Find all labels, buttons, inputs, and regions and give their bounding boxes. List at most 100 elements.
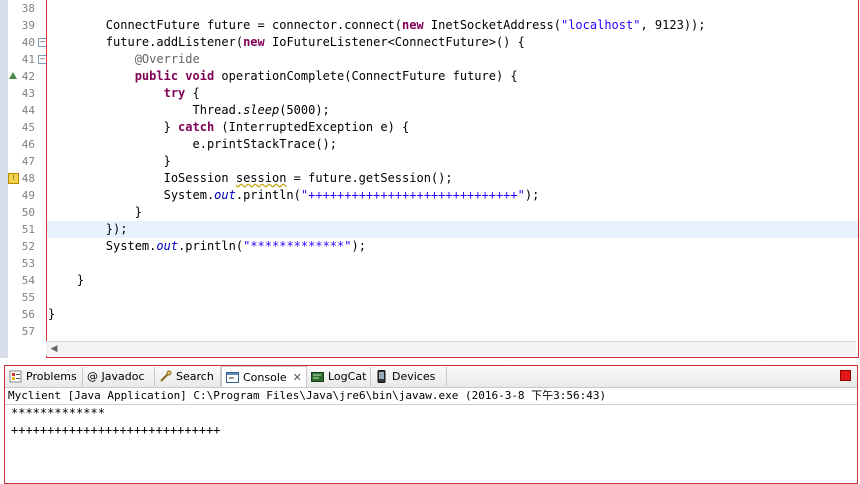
code-line[interactable] <box>46 323 860 340</box>
line-number: 57 <box>21 325 35 338</box>
line-number: 50 <box>21 206 35 219</box>
terminate-button[interactable] <box>840 370 851 381</box>
code-line[interactable]: } <box>46 153 860 170</box>
code-line[interactable]: } <box>46 204 860 221</box>
code-token: "localhost" <box>560 18 641 32</box>
horizontal-scrollbar[interactable]: ◀ <box>46 341 856 356</box>
code-token: , 9123)); <box>640 18 706 32</box>
code-token: out <box>156 239 179 253</box>
code-token: ); <box>524 188 540 202</box>
tab-console[interactable]: Console ✕ <box>221 366 307 387</box>
line-number: 47 <box>21 155 35 168</box>
code-token: IoSession <box>163 171 236 185</box>
tab-javadoc-label: @ Javadoc <box>87 370 145 383</box>
code-token: ConnectFuture future = connector.connect… <box>105 18 403 32</box>
code-line[interactable]: future.addListener(new IoFutureListener<… <box>46 34 860 51</box>
code-line[interactable]: try { <box>46 85 860 102</box>
code-token: public <box>134 69 179 83</box>
code-token: System. <box>163 188 215 202</box>
code-line[interactable] <box>46 255 860 272</box>
code-token: IoFutureListener<ConnectFuture>() { <box>264 35 525 49</box>
line-number: 41 <box>21 53 35 66</box>
console-output-line: +++++++++++++++++++++++++++++ <box>11 423 221 437</box>
code-token: } <box>48 307 56 321</box>
code-line[interactable]: } <box>46 306 860 323</box>
code-line[interactable] <box>46 0 860 17</box>
line-number: 42 <box>21 70 35 83</box>
code-line[interactable]: e.printStackTrace(); <box>46 136 860 153</box>
line-number: 45 <box>21 121 35 134</box>
code-token: ); <box>351 239 366 253</box>
code-token: catch <box>178 120 215 134</box>
code-token: try <box>163 86 186 100</box>
code-token: "+++++++++++++++++++++++++++++" <box>300 188 525 202</box>
code-line[interactable]: } catch (InterruptedException e) { <box>46 119 860 136</box>
line-number: 51 <box>21 223 35 236</box>
code-token: session <box>235 171 287 185</box>
console-divider <box>5 404 857 405</box>
line-number: 44 <box>21 104 35 117</box>
code-line[interactable]: public void operationComplete(ConnectFut… <box>46 68 860 85</box>
tab-problems-label: Problems <box>26 370 77 383</box>
code-token: (5000); <box>279 103 330 117</box>
code-line[interactable]: System.out.println("*************"); <box>46 238 860 255</box>
line-number: 56 <box>21 308 35 321</box>
line-number: 53 <box>21 257 35 270</box>
code-token: { <box>185 86 200 100</box>
code-token: = future.getSession(); <box>286 171 453 185</box>
problems-icon <box>9 370 22 383</box>
tab-search[interactable]: Search <box>155 367 221 386</box>
line-number: 39 <box>21 19 35 32</box>
code-line[interactable]: }); <box>46 221 860 238</box>
tab-search-label: Search <box>176 370 214 383</box>
annotation-ruler: ! <box>8 0 19 358</box>
code-token: System. <box>105 239 157 253</box>
tab-logcat-label: LogCat <box>328 370 367 383</box>
scroll-left-arrow-icon[interactable]: ◀ <box>47 342 61 356</box>
line-number: 40 <box>21 36 35 49</box>
code-token: @Override <box>134 52 200 66</box>
tab-devices[interactable]: Devices <box>371 367 447 386</box>
code-line[interactable]: @Override <box>46 51 860 68</box>
code-area[interactable]: ConnectFuture future = connector.connect… <box>46 0 860 358</box>
line-number: 49 <box>21 189 35 202</box>
line-number: 55 <box>21 291 35 304</box>
code-token: void <box>185 69 215 83</box>
tab-logcat[interactable]: LogCat <box>307 367 371 386</box>
code-token: } <box>134 205 142 219</box>
code-line[interactable]: Thread.sleep(5000); <box>46 102 860 119</box>
code-token: future.addListener( <box>105 35 244 49</box>
line-number: 46 <box>21 138 35 151</box>
code-line[interactable] <box>46 289 860 306</box>
tab-problems[interactable]: Problems <box>5 367 83 386</box>
code-line[interactable]: } <box>46 272 860 289</box>
code-token: InetSocketAddress( <box>423 18 561 32</box>
devices-icon <box>375 370 388 383</box>
console-process-title: Myclient [Java Application] C:\Program F… <box>8 389 607 402</box>
line-number: 54 <box>21 274 35 287</box>
line-numbers: 38 39 40−41−42 43 44 45 46 47 48 49 50 51 52 53 54 55 56… <box>18 0 47 358</box>
line-number: 52 <box>21 240 35 253</box>
line-number: 38 <box>21 2 35 15</box>
views-tab-bar: Problems @ Javadoc Search Console ✕ LogC… <box>5 366 857 388</box>
code-token: e.printStackTrace(); <box>192 137 338 151</box>
code-token: } <box>163 154 171 168</box>
code-editor[interactable]: ! 38 39 40−41−42 43 44 45 46 47 48 49 50 51 52 53 54 55… <box>0 0 860 358</box>
logcat-icon <box>311 370 324 383</box>
tab-javadoc[interactable]: @ Javadoc <box>83 367 155 386</box>
code-line[interactable]: System.out.println("++++++++++++++++++++… <box>46 187 860 204</box>
code-line[interactable]: IoSession session = future.getSession(); <box>46 170 860 187</box>
override-marker-icon <box>9 72 17 79</box>
close-icon[interactable]: ✕ <box>293 371 302 384</box>
code-line[interactable]: ConnectFuture future = connector.connect… <box>46 17 860 34</box>
code-token: (InterruptedException e) { <box>214 120 410 134</box>
